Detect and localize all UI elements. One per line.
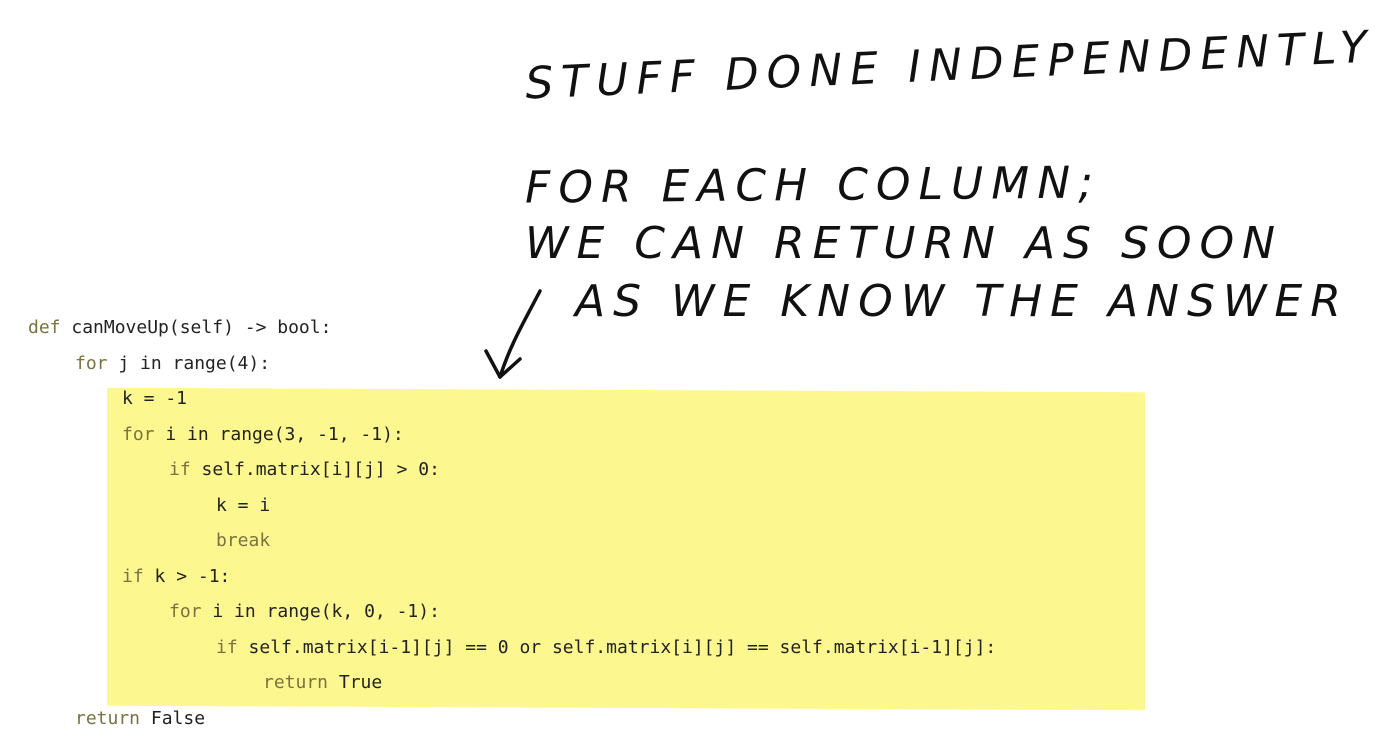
code-text: k > -1: [143, 565, 231, 587]
code-line: k = i [28, 488, 996, 524]
code-line: k = -1 [28, 381, 996, 417]
code-keyword: if [122, 565, 144, 587]
code-line: def canMoveUp(self) -> bool: [28, 310, 996, 346]
code-line: if self.matrix[i-1][j] == 0 or self.matr… [28, 630, 996, 666]
annotation-line-1: STUFF DONE INDEPENDENTLY [524, 21, 1377, 110]
code-text: self.matrix[i][j] > 0: [190, 459, 440, 480]
code-text: True [328, 672, 383, 693]
code-keyword: if [169, 459, 191, 480]
code-keyword: def [28, 317, 61, 338]
code-line: for i in range(3, -1, -1): [28, 417, 996, 453]
annotation-line-3: WE CAN RETURN AS SOON [525, 218, 1284, 269]
code-text: k = i [216, 494, 271, 516]
code-text: k = -1 [122, 388, 188, 409]
code-line: break [28, 523, 996, 559]
code-text: i in range(k, 0, -1): [201, 601, 440, 622]
annotation-line-2: FOR EACH COLUMN; [524, 157, 1102, 214]
code-line: for i in range(k, 0, -1): [28, 594, 996, 630]
code-keyword: for [122, 423, 155, 445]
code-keyword: for [75, 352, 108, 374]
code-line: for j in range(4): [28, 346, 996, 382]
code-text: i in range(3, -1, -1): [154, 423, 404, 445]
code-text: self.matrix[i-1][j] == 0 or self.matrix[… [237, 636, 997, 658]
code-text: False [140, 707, 206, 729]
code-keyword: break [216, 530, 271, 551]
code-line: return False [28, 701, 996, 737]
code-keyword: if [216, 636, 238, 658]
code-block: def canMoveUp(self) -> bool: for j in ran… [28, 310, 996, 736]
code-keyword: return [263, 672, 329, 693]
code-text: j in range(4): [107, 352, 271, 374]
code-keyword: for [169, 601, 202, 622]
code-line: if self.matrix[i][j] > 0: [28, 452, 996, 488]
code-line: if k > -1: [28, 559, 996, 595]
code-keyword: return [75, 707, 141, 729]
code-line: return True [28, 665, 996, 701]
code-text: canMoveUp(self) -> bool: [60, 317, 332, 338]
